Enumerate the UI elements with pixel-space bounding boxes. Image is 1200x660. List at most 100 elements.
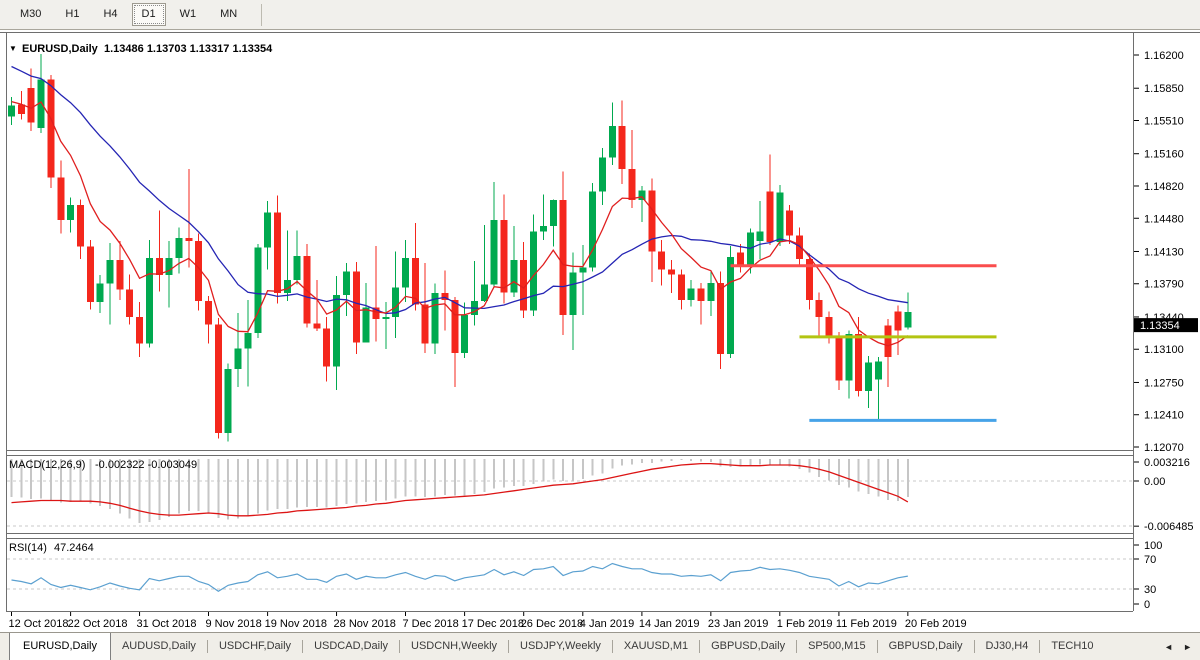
candle-bullish (294, 256, 301, 280)
rsi-axis-label: 0 (1144, 599, 1150, 611)
macd-histogram-bar (365, 459, 367, 502)
date-axis-label: 9 Nov 2018 (206, 618, 262, 630)
candle-bearish (835, 338, 842, 381)
macd-histogram-bar (867, 459, 869, 494)
symbol-tab-usdcad[interactable]: USDCAD,Daily (303, 633, 399, 660)
candle-bullish (707, 283, 714, 301)
macd-histogram-bar (345, 459, 347, 504)
macd-histogram-bar (405, 459, 407, 496)
date-axis-label: 17 Dec 2018 (462, 618, 524, 630)
candle-bearish (678, 274, 685, 300)
timeframe-button-h1[interactable]: H1 (55, 3, 89, 26)
timeframe-button-mn[interactable]: MN (210, 3, 247, 26)
candle-bullish (107, 260, 114, 284)
macd-histogram-bar (641, 459, 643, 463)
macd-histogram-bar (858, 459, 860, 491)
timeframe-button-w1[interactable]: W1 (170, 3, 207, 26)
symbol-tabs-scroller: EURUSD,DailyAUDUSD,DailyUSDCHF,DailyUSDC… (0, 633, 1158, 660)
candle-bullish (146, 258, 153, 343)
symbol-tab-usdchf[interactable]: USDCHF,Daily (208, 633, 302, 660)
tab-scroll-right-icon[interactable]: ► (1183, 642, 1192, 652)
macd-histogram-bar (434, 459, 436, 496)
candle-bullish (333, 295, 340, 366)
macd-axis-label: -0.006485 (1144, 521, 1194, 533)
candle-bearish (28, 88, 35, 122)
candle-bullish (402, 258, 409, 287)
symbol-tab-sp500[interactable]: SP500,M15 (797, 633, 876, 660)
date-axis-label: 22 Oct 2018 (68, 618, 128, 630)
candle-bullish (589, 192, 596, 268)
macd-histogram-bar (276, 459, 278, 509)
macd-histogram-bar (424, 459, 426, 497)
candle-bearish (304, 256, 311, 323)
chart-title-ohlc: 1.13486 1.13703 1.13317 1.13354 (104, 43, 273, 55)
symbol-dropdown-icon[interactable]: ▼ (9, 44, 17, 53)
macd-histogram-bar (562, 459, 564, 481)
macd-histogram-bar (385, 459, 387, 501)
macd-indicator-label: MACD(12,26,9) (9, 459, 85, 471)
symbol-tab-usdjpy[interactable]: USDJPY,Weekly (509, 633, 612, 660)
macd-histogram-bar (444, 459, 446, 495)
panel-borders (0, 33, 1200, 612)
macd-histogram-bar (661, 459, 663, 461)
timeframe-button-d1[interactable]: D1 (132, 3, 166, 26)
symbol-tab-dj30[interactable]: DJ30,H4 (975, 633, 1040, 660)
candle-bullish (865, 363, 872, 391)
toolbar-divider (261, 4, 262, 26)
symbol-tab-usdcnh[interactable]: USDCNH,Weekly (400, 633, 508, 660)
candle-bullish (432, 293, 439, 343)
macd-histogram-bar (710, 459, 712, 462)
candle-bullish (363, 307, 370, 342)
macd-histogram-bar (473, 459, 475, 494)
candle-bearish (323, 328, 330, 366)
rsi-axis-label: 70 (1144, 554, 1156, 566)
candle-bearish (136, 317, 143, 344)
candle-bullish (540, 226, 547, 232)
tab-scroll-left-icon[interactable]: ◄ (1164, 642, 1173, 652)
macd-histogram-bar (602, 459, 604, 473)
candle-bullish (875, 362, 882, 380)
symbol-tab-tech10[interactable]: TECH10 (1040, 633, 1104, 660)
candle-bullish (166, 258, 173, 275)
price-axis-label: 1.12410 (1144, 410, 1184, 422)
timeframe-button-m30[interactable]: M30 (10, 3, 51, 26)
macd-histogram-bar (611, 459, 613, 468)
macd-histogram-bar (877, 459, 879, 496)
macd-histogram-bar (582, 459, 584, 479)
candle-bearish (57, 177, 64, 220)
date-axis-label: 4 Jan 2019 (580, 618, 634, 630)
timeframe-button-h4[interactable]: H4 (93, 3, 127, 26)
date-axis-label: 20 Feb 2019 (905, 618, 967, 630)
macd-histogram-bar (572, 459, 574, 480)
macd-histogram-bar (513, 459, 515, 486)
candle-bearish (422, 305, 429, 344)
macd-histogram-bar (808, 459, 810, 473)
candle-bullish (244, 333, 251, 348)
candle-bullish (550, 200, 557, 226)
candle-bullish (343, 271, 350, 295)
candle-bearish (313, 324, 320, 329)
symbol-tab-gbpusd[interactable]: GBPUSD,Daily (700, 633, 796, 660)
candle-bullish (382, 317, 389, 319)
macd-histogram-bar (217, 459, 219, 518)
chart-title-symbol[interactable]: EURUSD,Daily (22, 43, 99, 55)
macd-histogram-bar (779, 459, 781, 465)
macd-histogram-bar (326, 459, 328, 507)
symbol-tab-xauusd[interactable]: XAUUSD,M1 (613, 633, 699, 660)
candle-bearish (87, 247, 94, 302)
symbol-tab-gbpusd[interactable]: GBPUSD,Daily (878, 633, 974, 660)
price-axis-label: 1.15510 (1144, 115, 1184, 127)
candle-bearish (560, 200, 567, 315)
tab-scroll-arrows: ◄ ► (1158, 633, 1200, 660)
macd-histogram-bar (454, 459, 456, 496)
macd-histogram-bar (670, 459, 672, 461)
symbol-tab-bar: EURUSD,DailyAUDUSD,DailyUSDCHF,DailyUSDC… (0, 632, 1200, 660)
candle-bullish (97, 284, 104, 302)
candle-bearish (501, 220, 508, 292)
candle-bullish (845, 334, 852, 381)
symbol-tab-audusd[interactable]: AUDUSD,Daily (111, 633, 207, 660)
macd-histogram-bar (483, 459, 485, 492)
candle-bullish (747, 232, 754, 265)
symbol-tab-eurusd[interactable]: EURUSD,Daily (9, 633, 111, 660)
candle-bearish (885, 326, 892, 357)
